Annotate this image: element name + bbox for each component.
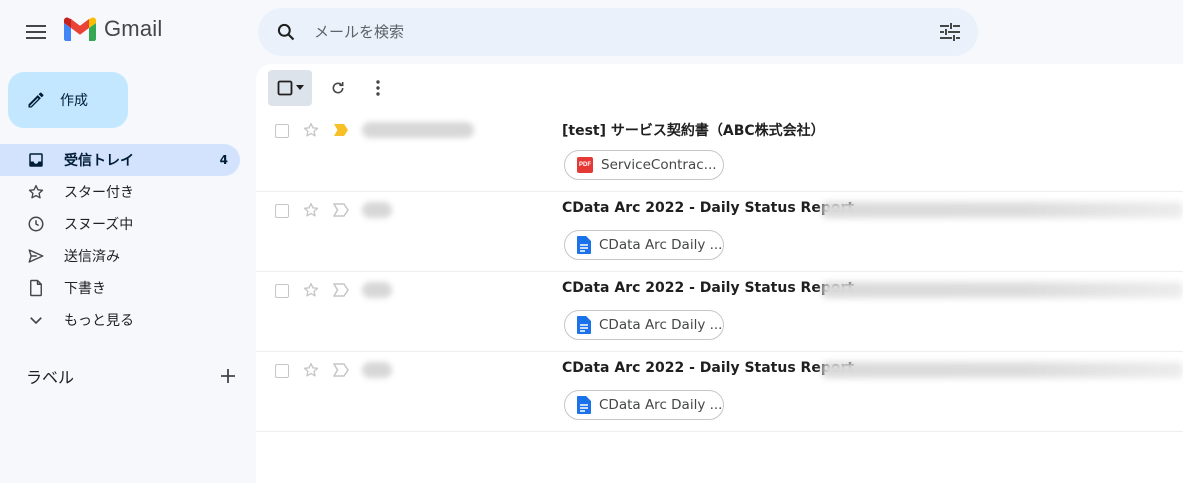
snippet-redacted <box>822 282 1183 298</box>
attachment-name: CData Arc Daily ... <box>599 397 723 413</box>
unread-count: 4 <box>219 153 228 167</box>
email-row[interactable]: CData Arc 2022 - Daily Status Report CDa… <box>256 352 1183 432</box>
sidebar-item-more[interactable]: もっと見る <box>0 304 240 336</box>
sidebar-item-drafts[interactable]: 下書き <box>0 272 240 304</box>
attachment-name: ServiceContrac... <box>601 157 717 173</box>
sidebar-item-label: 送信済み <box>64 249 120 265</box>
chevron-down-icon <box>26 310 46 330</box>
more-options-button[interactable] <box>360 70 396 106</box>
sidebar-item-inbox[interactable]: 受信トレイ 4 <box>0 144 240 176</box>
hamburger-menu-icon <box>26 25 46 39</box>
gmail-m-icon <box>64 17 96 41</box>
pdf-file-icon: PDF <box>577 157 593 173</box>
sender-redacted <box>362 202 392 218</box>
email-row[interactable]: CData Arc 2022 - Daily Status Report CDa… <box>256 272 1183 352</box>
clock-icon <box>26 214 46 234</box>
refresh-icon <box>332 82 344 94</box>
row-checkbox[interactable] <box>275 284 289 298</box>
sidebar-nav: 受信トレイ 4 スター付き スヌーズ中 送信済み 下書き もっと見る <box>0 144 240 336</box>
star-icon[interactable] <box>302 201 320 219</box>
attachment-chip[interactable]: CData Arc Daily ... <box>564 390 724 420</box>
app-name: Gmail <box>104 16 163 41</box>
compose-button[interactable]: 作成 <box>8 72 128 128</box>
refresh-button[interactable] <box>320 70 356 106</box>
mail-list-panel: [test] サービス契約書（ABC株式会社） PDF ServiceContr… <box>256 64 1183 483</box>
sender-redacted <box>362 282 392 298</box>
snippet-redacted <box>822 362 1183 378</box>
star-icon[interactable] <box>302 281 320 299</box>
sender-redacted <box>362 122 474 138</box>
main-menu-button[interactable] <box>18 16 54 48</box>
gmail-logo[interactable]: Gmail <box>64 16 162 42</box>
list-toolbar <box>268 70 396 106</box>
more-vert-icon <box>376 80 380 96</box>
sidebar: Gmail 作成 受信トレイ 4 スター付き スヌーズ中 送信済み 下書き もっ… <box>0 0 256 483</box>
email-subject: CData Arc 2022 - Daily Status Report <box>562 360 855 376</box>
row-checkbox[interactable] <box>275 124 289 138</box>
snippet-redacted <box>822 202 1183 218</box>
sidebar-item-label: 受信トレイ <box>64 153 134 169</box>
attachment-chip[interactable]: PDF ServiceContrac... <box>564 150 724 180</box>
row-checkbox[interactable] <box>275 364 289 378</box>
add-label-button[interactable] <box>216 364 240 388</box>
document-icon <box>577 396 591 414</box>
compose-label: 作成 <box>60 93 88 109</box>
checkbox-icon <box>277 80 292 96</box>
row-checkbox[interactable] <box>275 204 289 218</box>
select-all-button[interactable] <box>268 70 312 106</box>
attachment-chip[interactable]: CData Arc Daily ... <box>564 310 724 340</box>
star-icon <box>26 182 46 202</box>
attachment-name: CData Arc Daily ... <box>599 237 723 253</box>
tune-icon <box>940 23 960 41</box>
send-icon <box>26 246 46 266</box>
sidebar-item-starred[interactable]: スター付き <box>0 176 240 208</box>
email-subject: [test] サービス契約書（ABC株式会社） <box>562 123 825 139</box>
sidebar-item-label: スヌーズ中 <box>64 217 134 233</box>
attachment-name: CData Arc Daily ... <box>599 317 723 333</box>
email-row[interactable]: CData Arc 2022 - Daily Status Report CDa… <box>256 192 1183 272</box>
email-row[interactable]: [test] サービス契約書（ABC株式会社） PDF ServiceContr… <box>256 112 1183 192</box>
labels-title: ラベル <box>26 368 75 387</box>
sidebar-item-label: 下書き <box>64 281 106 297</box>
search-options-button[interactable] <box>938 20 962 44</box>
sidebar-item-label: もっと見る <box>64 313 134 329</box>
star-icon[interactable] <box>302 361 320 379</box>
labels-section-header: ラベル <box>26 362 240 390</box>
search-bar <box>258 8 978 56</box>
email-subject: CData Arc 2022 - Daily Status Report <box>562 200 855 216</box>
draft-icon <box>26 278 46 298</box>
inbox-icon <box>26 150 46 170</box>
important-marker-icon[interactable] <box>333 363 349 377</box>
sidebar-item-label: スター付き <box>64 185 134 201</box>
attachment-chip[interactable]: CData Arc Daily ... <box>564 230 724 260</box>
search-input[interactable] <box>314 23 914 41</box>
sender-redacted <box>362 362 392 378</box>
search-icon <box>277 23 295 41</box>
caret-down-icon <box>295 85 304 90</box>
email-list: [test] サービス契約書（ABC株式会社） PDF ServiceContr… <box>256 112 1183 432</box>
search-button[interactable] <box>274 20 298 44</box>
important-marker-icon[interactable] <box>333 203 349 217</box>
sidebar-item-sent[interactable]: 送信済み <box>0 240 240 272</box>
pencil-icon <box>28 92 44 108</box>
star-icon[interactable] <box>302 121 320 139</box>
sidebar-item-snoozed[interactable]: スヌーズ中 <box>0 208 240 240</box>
important-marker-icon[interactable] <box>333 283 349 297</box>
important-marker-icon[interactable] <box>333 123 349 137</box>
email-subject: CData Arc 2022 - Daily Status Report <box>562 280 855 296</box>
document-icon <box>577 316 591 334</box>
document-icon <box>577 236 591 254</box>
plus-icon <box>221 369 235 383</box>
